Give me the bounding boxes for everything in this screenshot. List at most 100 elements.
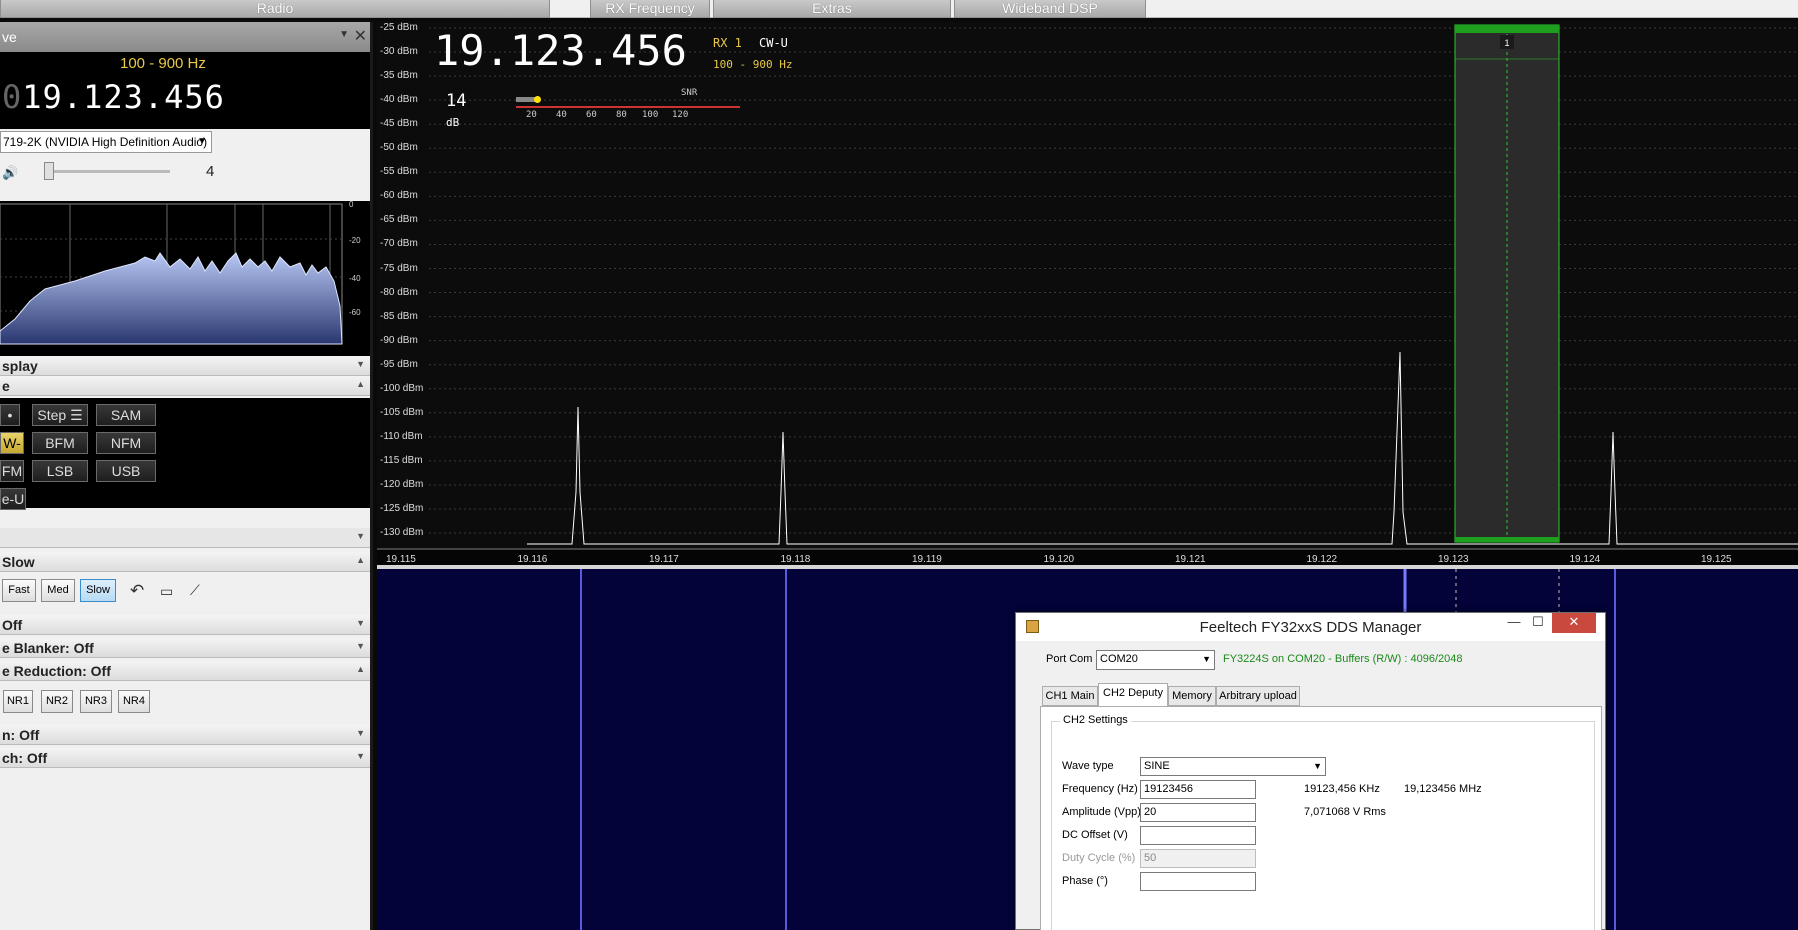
tab-memory[interactable]: Memory xyxy=(1168,686,1216,706)
snr-meter-scale xyxy=(516,106,740,108)
spectrum-panadapter[interactable]: 1 -25 dBm -30 dBm -35 dBm -40 dBm -45 dBm -50… xyxy=(377,22,1798,568)
chevron-down-icon[interactable]: ▼ xyxy=(339,29,349,40)
phase-input[interactable] xyxy=(1140,872,1256,891)
mode-button-lsb[interactable]: LSB xyxy=(32,460,88,482)
volume-slider-knob[interactable] xyxy=(44,162,54,180)
audio-spectrum-mini: 0 -20 -40 -60 100 200 400 800 xyxy=(0,200,370,375)
dialog-titlebar[interactable]: Feeltech FY32xxS DDS Manager — ☐ ✕ xyxy=(1016,613,1605,641)
dc-offset-label: DC Offset (V) xyxy=(1062,829,1128,841)
section-s5-header[interactable]: ch: Off ▼ xyxy=(0,748,370,768)
vfo-frequency[interactable]: 019.123.456 xyxy=(2,78,225,116)
section-snr-header[interactable]: Off ▼ xyxy=(0,615,370,635)
section-snr-title: Off xyxy=(2,617,23,633)
freq-axis-label: 19.123 xyxy=(1438,554,1469,565)
passband-top-bar[interactable] xyxy=(1455,25,1559,33)
overlay-rx: RX 1 xyxy=(713,36,742,50)
section-mode-header[interactable]: e ▲ xyxy=(0,376,370,396)
db-label: -35 dBm xyxy=(380,70,418,82)
agc-fast-button[interactable]: Fast xyxy=(2,579,36,602)
menu-tab-extras[interactable]: Extras xyxy=(713,0,951,18)
db-label: -105 dBm xyxy=(380,406,424,418)
db-label: -115 dBm xyxy=(380,454,423,466)
chevron-down-icon: ▼ xyxy=(197,136,207,147)
section-noise-reduction-header[interactable]: e Reduction: Off ▲ xyxy=(0,661,370,681)
wave-type-value: SINE xyxy=(1144,760,1170,772)
port-com-value: COM20 xyxy=(1100,653,1138,665)
mini-y-label: -20 xyxy=(349,236,361,245)
dc-offset-input[interactable] xyxy=(1140,826,1256,845)
mode-button-sam[interactable]: SAM xyxy=(96,404,156,426)
mode-button-dot[interactable]: • xyxy=(0,404,20,426)
section-agc-header[interactable]: Slow ▲ xyxy=(0,552,370,572)
overlay-mode: CW-U xyxy=(759,36,788,50)
chevron-up-icon: ▲ xyxy=(356,664,365,674)
audio-device-select[interactable]: 719-2K (NVIDIA High Definition Audio) ▼ xyxy=(0,131,212,153)
agc-controls: Fast Med Slow ↶ ▭ ⟋ xyxy=(0,575,370,609)
chevron-down-icon: ▼ xyxy=(356,728,365,738)
volume-value: 4 xyxy=(206,163,215,180)
db-label: -95 dBm xyxy=(380,358,418,370)
wave-type-label: Wave type xyxy=(1062,760,1114,772)
minimize-icon[interactable]: — xyxy=(1503,613,1525,633)
volume-slider[interactable] xyxy=(44,162,170,180)
db-label: -65 dBm xyxy=(380,214,418,226)
agc-slow-button[interactable]: Slow xyxy=(80,579,116,602)
chart-icon[interactable]: ⟋ xyxy=(190,582,200,599)
amplitude-rms: 7,071068 V Rms xyxy=(1304,806,1386,818)
agc-med-button[interactable]: Med xyxy=(41,579,75,602)
spectrum-trace xyxy=(527,351,1798,545)
speaker-icon[interactable]: 🔊 xyxy=(2,165,18,181)
overlay-frequency[interactable]: 19.123.456 xyxy=(434,26,687,75)
section-s4-header[interactable]: n: Off ▼ xyxy=(0,725,370,745)
ch2-settings-title: CH2 Settings xyxy=(1060,714,1131,726)
mode-button-extra[interactable]: e-U xyxy=(0,488,26,510)
section-collapsed-header[interactable]: ▼ xyxy=(0,528,370,548)
vfo-panel-title: ve xyxy=(2,29,17,45)
phase-label: Phase (°) xyxy=(1062,875,1108,887)
tab-ch1-main[interactable]: CH1 Main xyxy=(1042,686,1098,706)
port-com-select[interactable]: COM20 ▼ xyxy=(1096,650,1215,670)
freq-axis-label: 19.119 xyxy=(912,554,942,565)
db-label: -50 dBm xyxy=(380,142,418,154)
close-icon[interactable]: ✕ xyxy=(354,26,367,46)
section-display-header[interactable]: splay ▼ xyxy=(0,356,370,376)
book-icon[interactable]: ▭ xyxy=(160,583,173,600)
snr-tick: 20 xyxy=(526,110,537,120)
menu-tab-rx-frequency[interactable]: RX Frequency xyxy=(590,0,710,18)
mode-button-nfm[interactable]: NFM xyxy=(96,432,156,454)
menu-tab-wideband-dsp[interactable]: Wideband DSP xyxy=(954,0,1146,18)
chevron-up-icon: ▲ xyxy=(356,379,365,389)
noise-reduction-buttons: NR1 NR2 NR3 NR4 xyxy=(0,686,370,716)
chevron-down-icon: ▼ xyxy=(1202,654,1211,664)
snr-tick: 40 xyxy=(556,110,567,120)
top-menu-bar: Radio RX Frequency Extras Wideband DSP xyxy=(0,0,1798,18)
mini-y-label: -60 xyxy=(349,308,361,317)
undo-icon[interactable]: ↶ xyxy=(130,581,144,601)
freq-axis-label: 19.121 xyxy=(1175,554,1206,565)
nr4-button[interactable]: NR4 xyxy=(118,690,150,713)
step-button[interactable]: Step ☰ xyxy=(32,404,88,426)
maximize-icon[interactable]: ☐ xyxy=(1527,613,1549,633)
nr3-button[interactable]: NR3 xyxy=(80,690,112,713)
frequency-input[interactable]: 19123456 xyxy=(1140,780,1256,799)
close-icon[interactable]: ✕ xyxy=(1552,613,1596,633)
dds-manager-dialog: Feeltech FY32xxS DDS Manager — ☐ ✕ Port … xyxy=(1015,612,1606,930)
freq-axis-label: 19.120 xyxy=(1043,554,1075,565)
nr1-button[interactable]: NR1 xyxy=(3,690,33,713)
duty-cycle-label: Duty Cycle (%) xyxy=(1062,852,1136,864)
nr2-button[interactable]: NR2 xyxy=(41,690,73,713)
amplitude-input[interactable]: 20 xyxy=(1140,803,1256,822)
mode-button-fm[interactable]: FM xyxy=(0,460,24,482)
mode-button-bfm[interactable]: BFM xyxy=(32,432,88,454)
tab-ch2-deputy[interactable]: CH2 Deputy xyxy=(1098,683,1168,707)
menu-tab-radio[interactable]: Radio xyxy=(0,0,550,18)
db-label: -125 dBm xyxy=(380,503,424,514)
vfo-panel-header[interactable]: ve ▼ ✕ xyxy=(0,22,370,52)
wave-type-select[interactable]: SINE ▼ xyxy=(1140,757,1326,776)
freq-axis-label: 19.115 xyxy=(386,554,416,565)
chevron-up-icon: ▲ xyxy=(356,555,365,565)
mode-button-usb[interactable]: USB xyxy=(96,460,156,482)
tab-arbitrary-upload[interactable]: Arbitrary upload xyxy=(1216,686,1300,706)
section-noise-blanker-header[interactable]: e Blanker: Off ▼ xyxy=(0,638,370,658)
mode-button-cw-u[interactable]: W-U xyxy=(0,432,24,471)
